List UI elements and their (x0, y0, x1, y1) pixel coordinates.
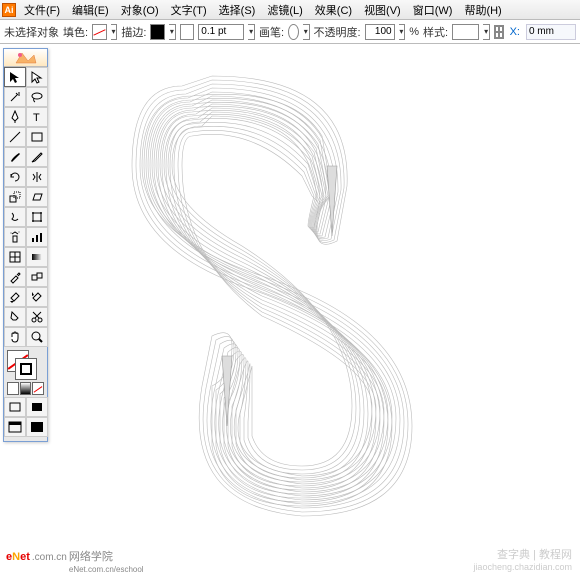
watermark-left: eNet .com.cn 网络学院 eNet.com.cn/eschool (6, 539, 144, 575)
stroke-dropdown[interactable] (169, 24, 176, 40)
toolbox-panel: T (3, 48, 48, 442)
screen-mode-presentation[interactable] (26, 417, 48, 437)
hand-tool[interactable] (4, 327, 26, 347)
stroke-label: 描边: (121, 24, 146, 40)
watermark-right: 查字典 | 教程网 jiaocheng.chazidian.com (473, 549, 572, 573)
zoom-tool[interactable] (26, 327, 48, 347)
menu-filter[interactable]: 滤镜(L) (263, 1, 306, 19)
style-label: 样式: (423, 24, 448, 40)
menu-edit[interactable]: 编辑(E) (68, 1, 113, 19)
live-paint-selection-tool[interactable] (26, 287, 48, 307)
mesh-tool[interactable] (4, 247, 26, 267)
rectangle-tool[interactable] (26, 127, 48, 147)
svg-text:T: T (33, 112, 40, 124)
x-label: X: (508, 26, 522, 38)
color-mode-solid[interactable] (7, 382, 19, 395)
reflect-tool[interactable] (26, 167, 48, 187)
live-paint-tool[interactable] (4, 287, 26, 307)
opacity-label: 不透明度: (314, 24, 361, 40)
fill-swatch[interactable] (92, 24, 107, 40)
line-tool[interactable] (4, 127, 26, 147)
blend-tool[interactable] (26, 267, 48, 287)
gradient-tool[interactable] (26, 247, 48, 267)
enet-logo: eNet (6, 539, 30, 567)
fill-dropdown[interactable] (111, 24, 118, 40)
fill-label: 填色: (63, 24, 88, 40)
opacity-pct: % (409, 26, 419, 38)
menu-window[interactable]: 窗口(W) (409, 1, 457, 19)
options-bar: 未选择对象 填色: 描边: 画笔: 不透明度: % 样式: X: (0, 20, 580, 44)
brush-swatch[interactable] (288, 24, 299, 40)
style-dropdown-arrow[interactable] (483, 24, 490, 40)
color-selector (4, 347, 47, 395)
style-dropdown[interactable] (452, 24, 479, 40)
free-transform-tool[interactable] (26, 207, 48, 227)
artwork-s-character (92, 46, 472, 546)
canvas-area[interactable] (52, 46, 578, 551)
slice-tool[interactable] (4, 307, 26, 327)
scissors-tool[interactable] (26, 307, 48, 327)
menu-file[interactable]: 文件(F) (20, 1, 64, 19)
selection-state: 未选择对象 (4, 24, 59, 40)
toolbox-header-icon (4, 49, 47, 67)
lasso-tool[interactable] (26, 87, 48, 107)
type-tool[interactable]: T (26, 107, 48, 127)
stroke-weight-input[interactable] (198, 24, 244, 40)
color-mode-gradient[interactable] (20, 382, 32, 395)
menu-effect[interactable]: 效果(C) (311, 1, 356, 19)
menu-help[interactable]: 帮助(H) (460, 1, 505, 19)
menu-select[interactable]: 选择(S) (215, 1, 260, 19)
screen-mode-full-menu[interactable] (26, 397, 48, 417)
color-mode-none[interactable] (32, 382, 44, 395)
x-input[interactable] (526, 24, 576, 40)
menu-view[interactable]: 视图(V) (360, 1, 405, 19)
brush-dropdown[interactable] (303, 24, 310, 40)
stroke-color[interactable] (15, 358, 37, 380)
stroke-weight-dropdown[interactable] (248, 24, 255, 40)
pen-tool[interactable] (4, 107, 26, 127)
pencil-tool[interactable] (26, 147, 48, 167)
screen-mode-full[interactable] (4, 417, 26, 437)
stroke-swatch[interactable] (150, 24, 165, 40)
graph-tool[interactable] (26, 227, 48, 247)
menu-object[interactable]: 对象(O) (117, 1, 163, 19)
symbol-sprayer-tool[interactable] (4, 227, 26, 247)
brush-label: 画笔: (259, 24, 284, 40)
rotate-tool[interactable] (4, 167, 26, 187)
opacity-input[interactable] (365, 24, 395, 40)
opacity-dropdown[interactable] (399, 24, 406, 40)
enet-domain: .com.cn (32, 552, 67, 563)
eyedropper-tool[interactable] (4, 267, 26, 287)
screen-mode-normal[interactable] (4, 397, 26, 417)
scale-tool[interactable] (4, 187, 26, 207)
enet-cn: 网络学院 eNet.com.cn/eschool (69, 551, 144, 575)
menu-type[interactable]: 文字(T) (167, 1, 211, 19)
warp-tool[interactable] (4, 207, 26, 227)
selection-tool[interactable] (4, 67, 26, 87)
magic-wand-tool[interactable] (4, 87, 26, 107)
stroke-weight-icon (180, 24, 195, 40)
menu-bar: Ai 文件(F) 编辑(E) 对象(O) 文字(T) 选择(S) 滤镜(L) 效… (0, 0, 580, 20)
shear-tool[interactable] (26, 187, 48, 207)
align-icon[interactable] (494, 25, 504, 39)
paintbrush-tool[interactable] (4, 147, 26, 167)
app-icon: Ai (2, 3, 16, 17)
direct-selection-tool[interactable] (26, 67, 48, 87)
